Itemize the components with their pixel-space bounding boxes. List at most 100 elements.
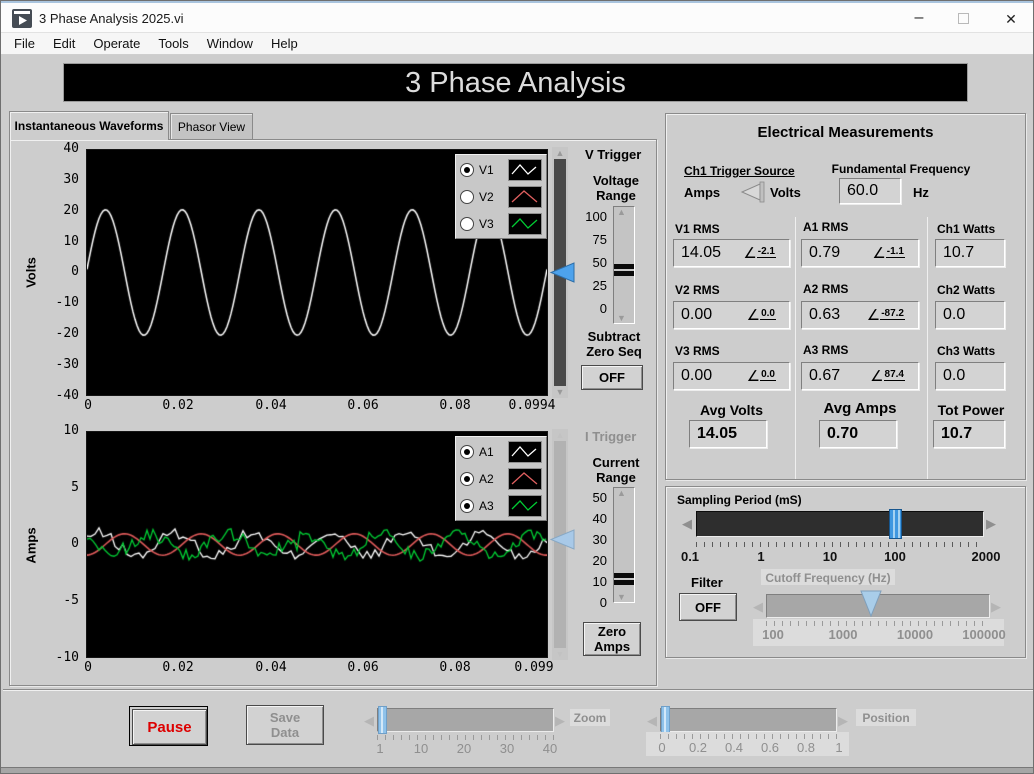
v3-rms-label: V3 RMS [675,344,720,358]
current-range-thumb[interactable] [614,573,634,585]
a3-line-swatch[interactable] [508,494,542,517]
angle-icon: ∠-87.2 [866,306,905,324]
tab-phasor-view[interactable]: Phasor View [170,113,253,139]
slider-right-icon[interactable]: ▶ [838,709,848,733]
v1-radio[interactable] [460,162,474,177]
zoom-slider[interactable] [377,708,554,732]
sampling-period-label: Sampling Period (mS) [677,493,802,507]
angle-icon: ∠0.0 [746,367,776,385]
angle-icon: ∠0.0 [746,306,776,324]
close-button[interactable]: ✕ [996,8,1026,32]
v1-line-swatch[interactable] [508,158,542,181]
zoom-tick: 1 [376,741,384,756]
volt-ytick: -10 [55,295,79,310]
a2-radio[interactable] [460,471,474,486]
maximize-button[interactable] [958,13,969,24]
ch3-watts-label: Ch3 Watts [937,344,996,358]
menu-help[interactable]: Help [262,34,307,53]
amp-xtick: 0.02 [162,660,194,675]
cutoff-frequency-thumb[interactable] [860,590,882,618]
zero-amps-button[interactable]: Zero Amps [583,622,641,656]
amp-xtick: 0.08 [439,660,471,675]
v3-radio[interactable] [460,216,474,231]
zoom-minor-ticks [377,735,554,740]
position-thumb[interactable] [661,706,670,734]
irange-tick: 10 [592,574,607,589]
scroll-up-icon[interactable]: ▲ [556,429,565,441]
menu-operate[interactable]: Operate [84,34,149,53]
pause-button[interactable]: Pause [129,706,208,746]
i-trigger-title: I Trigger [585,429,637,444]
divider [3,690,1033,691]
slider-up-icon[interactable]: ▲ [617,206,626,218]
a1-line-swatch[interactable] [508,440,542,463]
hz-unit-label: Hz [913,185,929,200]
slider-up-icon[interactable]: ▲ [617,487,626,499]
volt-ytick: 20 [63,203,79,218]
legend-item-a1[interactable]: A1 [460,438,542,465]
amp-xtick: 0.06 [347,660,379,675]
save-data-button[interactable]: Save Data [246,705,324,745]
scroll-up-icon[interactable]: ▲ [556,147,565,159]
slider-left-icon[interactable]: ◀ [647,709,657,733]
menu-edit[interactable]: Edit [44,34,84,53]
voltage-range-slider[interactable]: ▲ ▼ [613,206,635,324]
filter-button[interactable]: OFF [679,593,737,621]
voltage-range-thumb[interactable] [614,264,634,276]
i-trigger-level-pointer[interactable] [549,529,576,550]
a3-radio[interactable] [460,498,474,513]
slider-right-icon[interactable]: ▶ [991,595,1001,619]
v-trigger-level-pointer[interactable] [549,262,576,283]
a3-rms-value: 0.67 ∠87.4 [801,362,919,390]
slider-right-icon[interactable]: ▶ [555,709,565,733]
v-trigger-title: V Trigger [585,147,642,162]
zoom-tick: 20 [456,741,472,756]
slider-right-icon[interactable]: ▶ [986,512,996,536]
subtract-zero-seq-button[interactable]: OFF [581,365,643,390]
slider-left-icon[interactable]: ◀ [682,512,692,536]
v2-line-swatch[interactable] [508,185,542,208]
menu-file[interactable]: File [5,34,44,53]
position-tick: 0.6 [760,740,780,755]
vrange-tick: 0 [599,301,607,316]
legend-item-a3[interactable]: A3 [460,492,542,519]
slider-left-icon[interactable]: ◀ [753,595,763,619]
legend-item-v1[interactable]: V1 [460,156,542,183]
sampling-period-slider[interactable] [696,511,984,537]
zoom-tick: 10 [413,741,429,756]
volt-ytick: -30 [55,357,79,372]
tab-instantaneous-waveforms[interactable]: Instantaneous Waveforms [9,111,169,140]
legend-item-v3[interactable]: V3 [460,210,542,237]
tot-power-label: Tot Power [937,402,1005,418]
position-tick: 1 [835,740,843,755]
trigger-source-switch[interactable] [737,181,767,203]
slider-left-icon[interactable]: ◀ [364,709,374,733]
a1-rms-value: 0.79 ∠-1.1 [801,239,919,267]
legend-item-a2[interactable]: A2 [460,465,542,492]
tot-power-value: 10.7 [933,420,1005,448]
slider-down-icon[interactable]: ▼ [617,312,626,324]
v3-line-swatch[interactable] [508,212,542,235]
zoom-thumb[interactable] [378,706,387,734]
trigger-source-left-label: Amps [684,185,721,200]
ch1-trigger-source-label: Ch1 Trigger Source [684,164,795,178]
sampling-period-thumb[interactable] [889,509,902,539]
scroll-down-icon[interactable]: ▼ [556,648,565,660]
fundamental-frequency-field[interactable]: 60.0 [839,178,901,204]
a2-line-swatch[interactable] [508,467,542,490]
menu-tools[interactable]: Tools [149,34,197,53]
page-title: 3 Phase Analysis [405,67,626,99]
cutoff-tick: 1000 [828,627,858,642]
slider-down-icon[interactable]: ▼ [617,591,626,603]
minimize-button[interactable]: – [904,7,934,31]
position-label: Position [856,709,916,726]
current-range-slider[interactable]: ▲ ▼ [613,487,635,603]
position-slider[interactable] [660,708,837,732]
scroll-down-icon[interactable]: ▼ [556,386,565,398]
v2-radio[interactable] [460,189,474,204]
legend-item-v2[interactable]: V2 [460,183,542,210]
volt-xtick: 0.04 [255,398,287,413]
menu-window[interactable]: Window [198,34,262,53]
a1-radio[interactable] [460,444,474,459]
volt-ytick: 30 [63,172,79,187]
